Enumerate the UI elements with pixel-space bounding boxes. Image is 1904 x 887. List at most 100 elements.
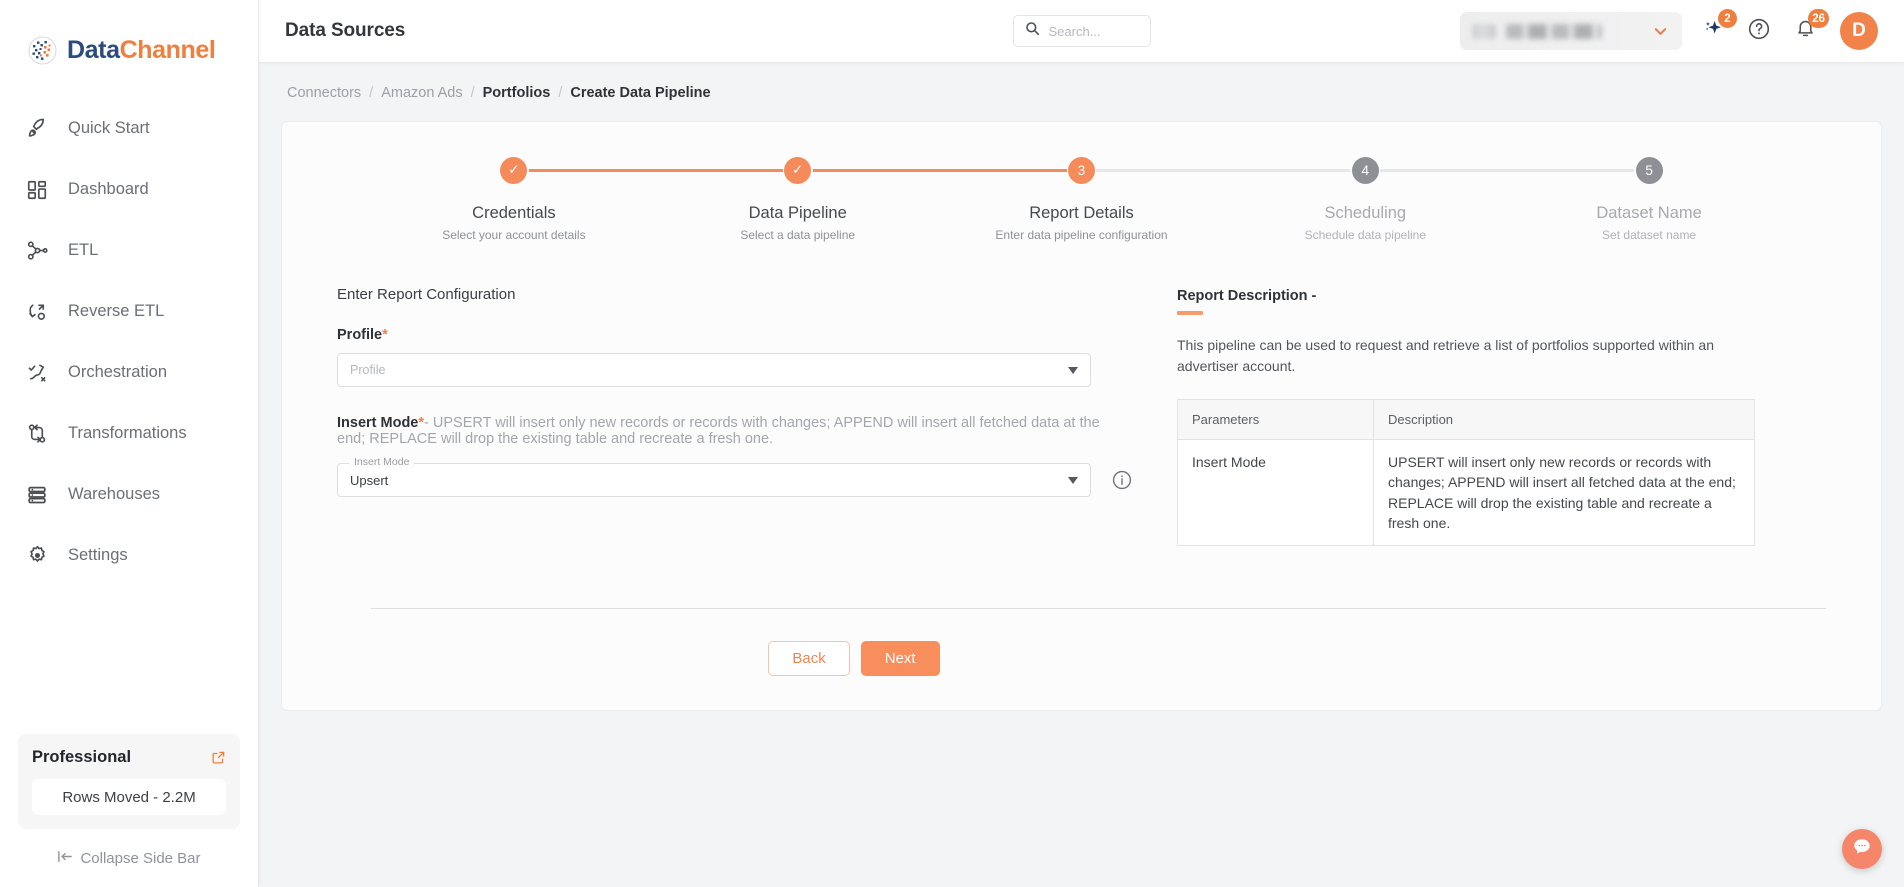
- parameters-table-head: Parameters Description: [1177, 399, 1755, 440]
- step-credentials[interactable]: ✓ Credentials Select your account detail…: [372, 156, 656, 242]
- notifications-badge: 26: [1808, 9, 1829, 28]
- chevron-down-icon: [1651, 22, 1670, 41]
- report-description-title: Report Description -: [1177, 288, 1317, 304]
- next-button[interactable]: Next: [860, 641, 940, 677]
- back-button[interactable]: Back: [768, 641, 850, 677]
- collapse-sidebar-label: Collapse Side Bar: [80, 849, 201, 867]
- step-connector-right: [528, 168, 656, 172]
- insert-mode-row: Insert Mode Upsert: [337, 456, 1132, 497]
- table-row: Insert Mode UPSERT will insert only new …: [1177, 438, 1755, 547]
- report-configuration-form: Enter Report Configuration Profile* Prof…: [337, 286, 1132, 546]
- breadcrumb-item-portfolios[interactable]: Portfolios: [483, 85, 551, 101]
- help-button[interactable]: [1744, 16, 1774, 46]
- step-report-details[interactable]: 3 Report Details Enter data pipeline con…: [939, 156, 1224, 242]
- breadcrumb-item-create-data-pipeline: Create Data Pipeline: [570, 85, 711, 101]
- breadcrumb-item-connectors[interactable]: Connectors: [287, 85, 361, 101]
- breadcrumb-separator: /: [470, 85, 475, 101]
- rows-moved-badge[interactable]: Rows Moved - 2.2M: [32, 779, 226, 815]
- datachannel-logo-icon: [27, 35, 58, 66]
- sidebar-item-orchestration[interactable]: Orchestration: [0, 342, 258, 403]
- profile-select[interactable]: Profile: [337, 353, 1091, 387]
- step-row: ✓: [372, 156, 656, 184]
- ai-badge: 2: [1718, 9, 1737, 28]
- orchestration-icon: [24, 360, 50, 386]
- table-header-row: Parameters Description: [1177, 399, 1755, 440]
- plan-card: Professional Rows Moved - 2.2M: [18, 734, 240, 829]
- chevron-down-icon: [1068, 476, 1078, 484]
- sidebar-item-dashboard[interactable]: Dashboard: [0, 159, 258, 220]
- collapse-sidebar-button[interactable]: Collapse Side Bar: [0, 829, 258, 887]
- notifications-button[interactable]: 26: [1790, 9, 1829, 46]
- wizard-body: Enter Report Configuration Profile* Prof…: [282, 242, 1881, 547]
- wizard-stepper: ✓ Credentials Select your account detail…: [282, 122, 1881, 242]
- plan-name: Professional: [32, 748, 132, 766]
- step-bubble-number: 4: [1351, 156, 1379, 184]
- table-header-description: Description: [1373, 399, 1755, 440]
- search-input[interactable]: [1048, 23, 1139, 39]
- step-bubble-check: ✓: [784, 156, 812, 184]
- topbar-actions: 2 26 D: [1460, 9, 1878, 50]
- insert-mode-floating-label: Insert Mode: [349, 456, 415, 468]
- sidebar: DataChannel Quick Start Dashboard ETL Re…: [0, 0, 259, 887]
- table-cell-parameter: Insert Mode: [1177, 438, 1374, 547]
- search-icon: [1025, 21, 1040, 41]
- account-avatar-redacted: [1472, 23, 1496, 39]
- breadcrumb-item-amazon-ads[interactable]: Amazon Ads: [381, 85, 462, 101]
- sidebar-item-quick-start[interactable]: Quick Start: [0, 98, 258, 159]
- search-box[interactable]: [1012, 15, 1151, 47]
- grid-icon: [24, 177, 50, 203]
- sidebar-item-settings[interactable]: Settings: [0, 525, 258, 586]
- table-header-parameters: Parameters: [1177, 399, 1374, 440]
- chat-support-button[interactable]: [1842, 829, 1882, 869]
- ai-assistant-button[interactable]: 2: [1698, 9, 1737, 46]
- step-connector-right: [1380, 168, 1508, 172]
- sidebar-item-label: Dashboard: [68, 180, 149, 198]
- external-link-icon[interactable]: [211, 750, 226, 765]
- account-select[interactable]: [1460, 12, 1682, 50]
- chat-bubble-icon: [1851, 836, 1873, 863]
- parameters-table-body: Insert Mode UPSERT will insert only new …: [1177, 438, 1755, 547]
- step-connector-left: [1507, 168, 1635, 172]
- step-bubble-check: ✓: [500, 156, 528, 184]
- insert-mode-label-text: Insert Mode: [337, 415, 419, 431]
- profile-label: Profile*: [337, 327, 1117, 343]
- sidebar-item-label: Orchestration: [68, 363, 168, 381]
- sidebar-item-label: Transformations: [68, 424, 187, 442]
- insert-mode-select[interactable]: Upsert: [337, 463, 1091, 497]
- step-scheduling[interactable]: 4 Scheduling Schedule data pipeline: [1223, 156, 1508, 242]
- step-dataset-name[interactable]: 5 Dataset Name Set dataset name: [1507, 156, 1791, 242]
- step-connector-left: [1223, 168, 1351, 172]
- step-subtitle: Schedule data pipeline: [1304, 228, 1426, 242]
- main-area: Data Sources Search... 2 26 D Connectors…: [259, 0, 1904, 887]
- brand-logo[interactable]: DataChannel: [0, 0, 258, 74]
- report-description-panel: Report Description - This pipeline can b…: [1177, 286, 1826, 547]
- sidebar-item-label: Quick Start: [68, 119, 150, 137]
- step-connector-right: [1096, 168, 1224, 172]
- step-subtitle: Select a data pipeline: [740, 228, 856, 242]
- sidebar-item-warehouses[interactable]: Warehouses: [0, 464, 258, 525]
- info-circle-icon[interactable]: [1111, 469, 1133, 491]
- sidebar-item-transformations[interactable]: Transformations: [0, 403, 258, 464]
- gear-icon: [24, 543, 50, 569]
- brand-text-channel: Channel: [119, 35, 216, 64]
- sidebar-item-reverse-etl[interactable]: Reverse ETL: [0, 281, 258, 342]
- step-connector-right: [812, 168, 940, 172]
- report-description-underline: [1177, 311, 1203, 315]
- breadcrumb-separator: /: [558, 85, 563, 101]
- profile-field: Profile* Profile: [337, 327, 1117, 387]
- etl-nodes-icon: [24, 238, 50, 264]
- rocket-icon: [24, 116, 50, 142]
- transformations-icon: [24, 421, 50, 447]
- step-subtitle: Enter data pipeline configuration: [995, 228, 1168, 242]
- sidebar-item-etl[interactable]: ETL: [0, 220, 258, 281]
- avatar[interactable]: D: [1840, 12, 1878, 50]
- step-subtitle: Set dataset name: [1602, 228, 1697, 242]
- step-data-pipeline[interactable]: ✓ Data Pipeline Select a data pipeline: [655, 156, 940, 242]
- step-connector-left: [655, 168, 783, 172]
- step-row: ✓: [655, 156, 940, 184]
- database-icon: [24, 482, 50, 508]
- form-divider: [371, 608, 1826, 610]
- sidebar-item-label: ETL: [68, 241, 99, 259]
- step-subtitle: Select your account details: [442, 228, 586, 242]
